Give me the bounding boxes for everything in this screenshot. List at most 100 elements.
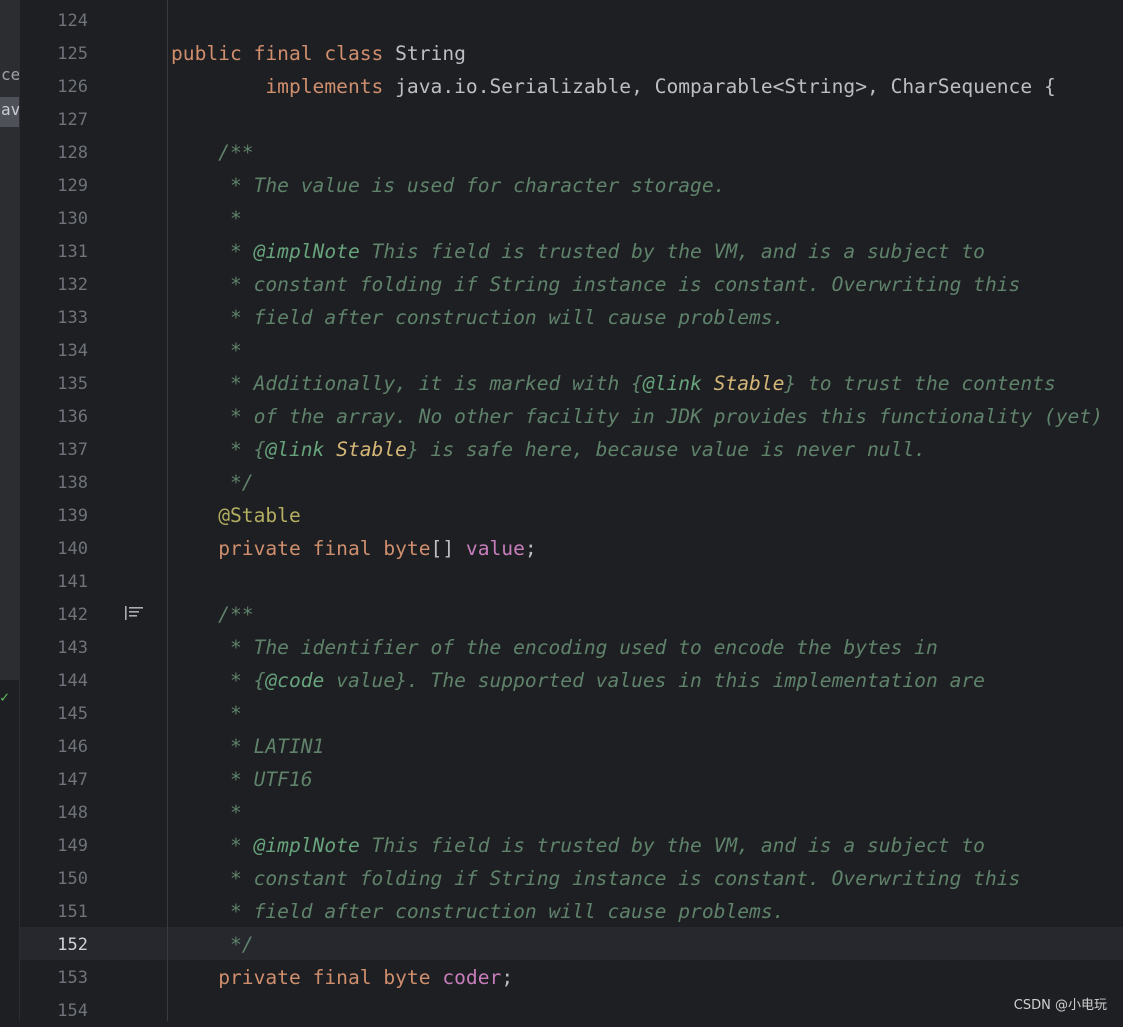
line-number[interactable]: 142 xyxy=(20,606,88,624)
code-token: } to trust the contents xyxy=(784,372,1056,395)
line-number[interactable]: 150 xyxy=(20,870,88,888)
code-line[interactable]: 149 * @implNote This field is trusted by… xyxy=(20,829,1123,862)
project-tool-window-edge[interactable]: ce av xyxy=(0,0,19,680)
code-token: coder xyxy=(442,966,502,989)
code-line[interactable]: 127 xyxy=(20,103,1123,136)
code-line[interactable]: 147 * UTF16 xyxy=(20,763,1123,796)
code-line[interactable]: 151 * field after construction will caus… xyxy=(20,895,1123,928)
code-token: * Additionally, it is marked with { xyxy=(171,372,643,395)
code-line[interactable]: 125 public final class String xyxy=(20,37,1123,70)
line-number[interactable]: 140 xyxy=(20,540,88,558)
code-line[interactable]: 126 implements java.io.Serializable, Com… xyxy=(20,70,1123,103)
code-token: } is safe here, because value is never n… xyxy=(406,438,926,461)
code-line[interactable]: 153 private final byte coder; xyxy=(20,961,1123,994)
line-number[interactable]: 126 xyxy=(20,78,88,96)
line-number[interactable]: 134 xyxy=(20,342,88,360)
code-line[interactable]: 130 * xyxy=(20,202,1123,235)
code-line[interactable]: 146 * LATIN1 xyxy=(20,730,1123,763)
line-number[interactable]: 136 xyxy=(20,408,88,426)
code-text: * {@link Stable} is safe here, because v… xyxy=(171,440,926,460)
line-number[interactable]: 125 xyxy=(20,45,88,63)
code-token: private xyxy=(218,966,301,989)
code-text: * {@code value}. The supported values in… xyxy=(171,671,985,691)
code-text: * LATIN1 xyxy=(171,737,324,757)
code-token: @implNote xyxy=(253,834,360,857)
line-number[interactable]: 153 xyxy=(20,969,88,987)
line-number[interactable]: 127 xyxy=(20,111,88,129)
code-line[interactable]: 128 /** xyxy=(20,136,1123,169)
line-number[interactable]: 149 xyxy=(20,837,88,855)
line-number[interactable]: 154 xyxy=(20,1002,88,1020)
code-line[interactable]: 133 * field after construction will caus… xyxy=(20,301,1123,334)
code-token: byte xyxy=(383,537,431,560)
line-number[interactable]: 146 xyxy=(20,738,88,756)
code-line[interactable]: 139 @Stable xyxy=(20,499,1123,532)
code-line[interactable]: 124 xyxy=(20,4,1123,37)
line-number[interactable]: 148 xyxy=(20,804,88,822)
line-number[interactable]: 128 xyxy=(20,144,88,162)
code-line[interactable]: 152 */ xyxy=(20,928,1123,961)
code-line[interactable]: 140 private final byte[] value; xyxy=(20,532,1123,565)
code-line[interactable]: 129 * The value is used for character st… xyxy=(20,169,1123,202)
code-token: * { xyxy=(171,438,266,461)
code-token: * field after construction will cause pr… xyxy=(171,900,785,923)
code-line[interactable]: 138 */ xyxy=(20,466,1123,499)
code-text: * Additionally, it is marked with {@link… xyxy=(171,374,1056,394)
code-token: value xyxy=(465,537,525,560)
code-text: @Stable xyxy=(171,506,301,526)
line-number[interactable]: 152 xyxy=(20,936,88,954)
line-number[interactable]: 143 xyxy=(20,639,88,657)
code-line[interactable]: 144 * {@code value}. The supported value… xyxy=(20,664,1123,697)
code-line[interactable]: 142 /** xyxy=(20,598,1123,631)
code-token: * xyxy=(171,240,254,263)
line-number[interactable]: 124 xyxy=(20,12,88,30)
code-line[interactable]: 135 * Additionally, it is marked with {@… xyxy=(20,367,1123,400)
code-line[interactable]: 137 * {@link Stable} is safe here, becau… xyxy=(20,433,1123,466)
code-text: public final class String xyxy=(171,44,466,64)
line-number[interactable]: 132 xyxy=(20,276,88,294)
line-number[interactable]: 130 xyxy=(20,210,88,228)
line-number[interactable]: 138 xyxy=(20,474,88,492)
code-text: /** xyxy=(171,143,253,163)
code-line[interactable]: 136 * of the array. No other facility in… xyxy=(20,400,1123,433)
line-number[interactable]: 133 xyxy=(20,309,88,327)
code-line[interactable]: 154 xyxy=(20,994,1123,1027)
code-line[interactable]: 148 * xyxy=(20,796,1123,829)
code-token: final xyxy=(312,537,372,560)
code-line[interactable]: 150 * constant folding if String instanc… xyxy=(20,862,1123,895)
project-tree-fragment[interactable]: ce xyxy=(0,66,19,84)
code-line[interactable]: 143 * The identifier of the encoding use… xyxy=(20,631,1123,664)
line-number[interactable]: 139 xyxy=(20,507,88,525)
line-number[interactable]: 147 xyxy=(20,771,88,789)
code-line[interactable]: 145 * xyxy=(20,697,1123,730)
code-text: * constant folding if String instance is… xyxy=(171,275,1020,295)
code-line[interactable]: 134 * xyxy=(20,334,1123,367)
check-icon: ✓ xyxy=(0,688,10,706)
line-number[interactable]: 129 xyxy=(20,177,88,195)
code-line[interactable]: 131 * @implNote This field is trusted by… xyxy=(20,235,1123,268)
code-token: * The value is used for character storag… xyxy=(171,174,726,197)
line-number[interactable]: 151 xyxy=(20,903,88,921)
project-tree-selected-fragment[interactable]: av xyxy=(0,97,19,127)
line-number[interactable]: 135 xyxy=(20,375,88,393)
code-token: * { xyxy=(171,669,266,692)
code-line[interactable]: 141 xyxy=(20,565,1123,598)
code-token: value}. The supported values in this imp… xyxy=(324,669,985,692)
line-number[interactable]: 144 xyxy=(20,672,88,690)
line-number[interactable]: 141 xyxy=(20,573,88,591)
code-token: * The identifier of the encoding used to… xyxy=(171,636,938,659)
line-number[interactable]: 137 xyxy=(20,441,88,459)
line-number[interactable]: 131 xyxy=(20,243,88,261)
code-token: * of the array. No other facility in JDK… xyxy=(171,405,1103,428)
code-text: * UTF16 xyxy=(171,770,313,790)
code-text: * xyxy=(171,209,242,229)
code-text: * The value is used for character storag… xyxy=(171,176,725,196)
line-number[interactable]: 145 xyxy=(20,705,88,723)
code-token: * xyxy=(171,801,242,824)
code-line[interactable]: 132 * constant folding if String instanc… xyxy=(20,268,1123,301)
